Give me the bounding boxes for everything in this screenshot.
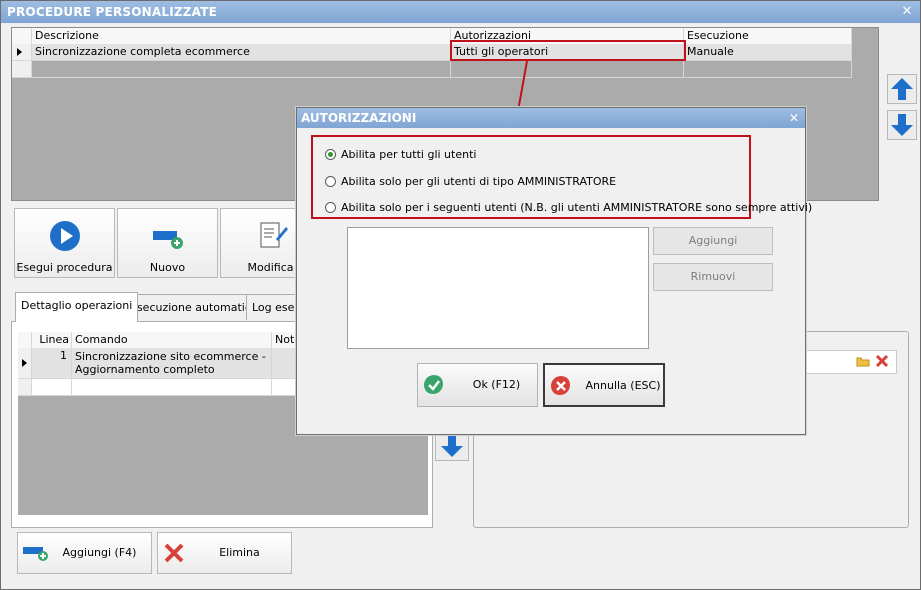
procedures-grid-header: Descrizione Autorizzazioni Esecuzione xyxy=(12,28,852,45)
column-header-line[interactable]: Linea xyxy=(32,332,72,348)
dialog-title: AUTORIZZAZIONI xyxy=(301,111,417,125)
move-up-button[interactable] xyxy=(887,74,917,104)
column-header-description[interactable]: Descrizione xyxy=(32,28,451,44)
row-selector-icon xyxy=(17,48,22,56)
window-title: PROCEDURE PERSONALIZZATE xyxy=(7,5,218,19)
option-admin-only-label: Abilita solo per gli utenti di tipo AMMI… xyxy=(341,175,617,188)
title-bar: PROCEDURE PERSONALIZZATE ✕ xyxy=(1,1,920,23)
new-row[interactable] xyxy=(18,379,318,396)
cancel-label: Annulla (ESC) xyxy=(585,379,661,392)
highlight-box-authorizations xyxy=(450,40,686,61)
radio-icon[interactable] xyxy=(325,202,336,213)
tab-operation-details[interactable]: Dettaglio operazioni xyxy=(15,292,139,322)
dialog-title-bar: AUTORIZZAZIONI ✕ xyxy=(297,108,805,128)
tab-automatic-execution[interactable]: Esecuzione automatica xyxy=(124,294,264,320)
table-row[interactable]: Sincronizzazione completa ecommerce Tutt… xyxy=(12,44,852,61)
new-label: Nuovo xyxy=(149,261,186,274)
delete-button[interactable]: Elimina xyxy=(157,532,292,574)
radio-selected-icon[interactable] xyxy=(325,149,336,160)
cancel-icon xyxy=(551,376,570,395)
folder-icon[interactable] xyxy=(856,355,870,367)
column-header-execution[interactable]: Esecuzione xyxy=(684,28,852,44)
cell-description[interactable]: Sincronizzazione completa ecommerce xyxy=(32,44,451,60)
ok-button[interactable]: Ok (F12) xyxy=(417,363,538,407)
arrow-down-icon xyxy=(441,435,463,457)
add-operation-label: Aggiungi (F4) xyxy=(62,546,137,559)
row-selector-icon xyxy=(22,359,27,367)
dialog-close-button[interactable]: ✕ xyxy=(789,108,799,128)
play-icon xyxy=(49,221,80,251)
add-item-icon xyxy=(152,231,183,249)
cell-command[interactable]: Sincronizzazione sito ecommerce - Aggior… xyxy=(72,348,272,378)
add-user-button[interactable]: Aggiungi xyxy=(653,227,773,255)
run-procedure-label: Esegui procedura xyxy=(16,261,113,274)
move-operation-down-button[interactable] xyxy=(435,431,469,461)
ok-label: Ok (F12) xyxy=(472,378,521,391)
clear-icon[interactable] xyxy=(875,354,889,368)
arrow-down-icon xyxy=(891,114,913,136)
users-list[interactable] xyxy=(347,227,649,349)
path-field[interactable] xyxy=(801,350,897,374)
option-selected-users-label: Abilita solo per i seguenti utenti (N.B.… xyxy=(341,201,813,214)
add-operation-button[interactable]: Aggiungi (F4) xyxy=(17,532,152,574)
run-procedure-button[interactable]: Esegui procedura xyxy=(14,208,115,278)
delete-label: Elimina xyxy=(219,546,260,559)
authorizations-dialog: AUTORIZZAZIONI ✕ Abilita per tutti gli u… xyxy=(296,107,812,435)
column-header-command[interactable]: Comando xyxy=(72,332,272,348)
cell-command-line1: Sincronizzazione sito ecommerce - xyxy=(75,350,266,363)
new-button[interactable]: Nuovo xyxy=(117,208,218,278)
cell-execution[interactable]: Manuale xyxy=(684,44,852,60)
move-down-button[interactable] xyxy=(887,110,917,140)
cancel-button[interactable]: Annulla (ESC) xyxy=(543,363,665,407)
operations-grid-header: Linea Comando Note xyxy=(18,332,318,349)
authorization-options-group: Abilita per tutti gli utenti Abilita sol… xyxy=(311,135,812,219)
cell-command-line2: Aggiornamento completo xyxy=(75,363,215,376)
new-row[interactable] xyxy=(12,61,852,78)
edit-document-icon xyxy=(260,222,288,248)
radio-icon[interactable] xyxy=(325,176,336,187)
window-close-button[interactable]: ✕ xyxy=(900,1,914,23)
table-row[interactable]: 1 Sincronizzazione sito ecommerce - Aggi… xyxy=(18,348,318,379)
cell-line[interactable]: 1 xyxy=(32,348,72,378)
arrow-up-icon xyxy=(891,78,913,100)
option-all-users-label: Abilita per tutti gli utenti xyxy=(341,148,477,161)
remove-user-button[interactable]: Rimuovi xyxy=(653,263,773,291)
checkmark-icon xyxy=(424,375,443,394)
